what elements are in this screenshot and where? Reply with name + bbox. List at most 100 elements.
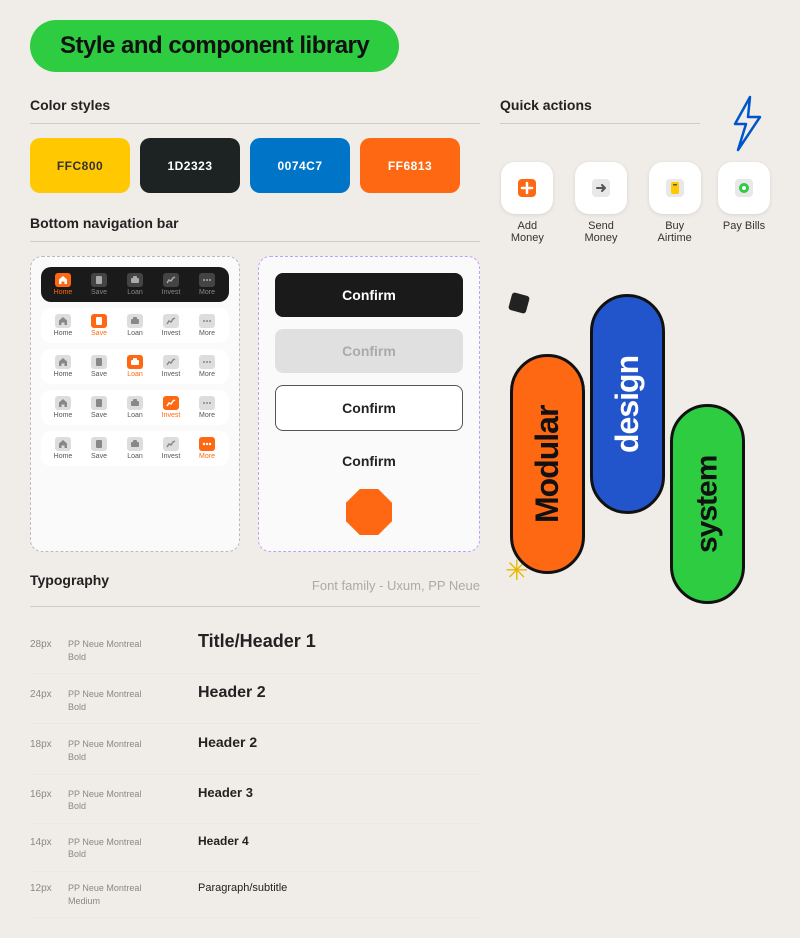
nav-save-3: Save (81, 355, 117, 378)
typography-section: Typography Font family - Uxum, PP Neue 2… (30, 572, 480, 918)
send-money-icon-box (575, 162, 627, 214)
type-size-0: 28px (30, 639, 58, 650)
confirm-text-button[interactable]: Confirm (275, 443, 463, 479)
nav-invest-4: Invest (153, 396, 189, 419)
type-meta-4: PP Neue Montreal Bold (68, 836, 188, 861)
qa-pay-bills-label: Pay Bills (723, 220, 765, 232)
nav-loan-1: Loan (117, 273, 153, 296)
type-size-1: 24px (30, 689, 58, 700)
qa-send-money-label: Send Money (571, 220, 632, 244)
nav-save-4: Save (81, 396, 117, 419)
nav-loan-5: Loan (117, 437, 153, 460)
nav-loan-4: Loan (117, 396, 153, 419)
type-row-2: 18px PP Neue Montreal Bold Header 2 (30, 724, 480, 774)
buy-airtime-icon-box (649, 162, 701, 214)
loan-icon-4 (127, 396, 143, 410)
add-money-icon (515, 176, 539, 200)
send-money-icon (589, 176, 613, 200)
type-meta-2: PP Neue Montreal Bold (68, 738, 188, 763)
add-money-icon-box (501, 162, 553, 214)
nav-loan-2: Loan (117, 314, 153, 337)
confirm-black-button[interactable]: Confirm (275, 273, 463, 317)
nav-save-2: Save (81, 314, 117, 337)
invest-icon-5 (163, 437, 179, 451)
loan-icon-3 (127, 355, 143, 369)
qa-add-money-label: Add Money (500, 220, 555, 244)
swatch-ff6813: FF6813 (360, 138, 460, 193)
nav-more-4: More (189, 396, 225, 419)
type-row-4: 14px PP Neue Montreal Bold Header 4 (30, 824, 480, 872)
typography-divider (30, 606, 480, 607)
confirm-outline-button[interactable]: Confirm (275, 385, 463, 431)
save-icon-5 (91, 437, 107, 451)
nav-save-1: Save (81, 273, 117, 296)
nav-demo-box: Home Save Loan (30, 256, 240, 552)
nav-invest-3: Invest (153, 355, 189, 378)
type-sample-0: Title/Header 1 (198, 631, 480, 652)
bottom-nav-divider (30, 241, 480, 242)
nav-save-5: Save (81, 437, 117, 460)
more-icon-2 (199, 314, 215, 328)
type-sample-4: Header 4 (198, 834, 480, 848)
swatch-1d2323: 1D2323 (140, 138, 240, 193)
swatch-ffc800: FFC800 (30, 138, 130, 193)
nav-invest-1: Invest (153, 273, 189, 296)
word-pill-design: design (590, 294, 665, 514)
more-icon-5 (199, 437, 215, 451)
qa-buy-airtime[interactable]: Buy Airtime (647, 162, 702, 244)
quick-action-items: Add Money Send Money (500, 162, 770, 244)
deco-square (508, 292, 530, 314)
confirm-gray-button[interactable]: Confirm (275, 329, 463, 373)
nav-more-3: More (189, 355, 225, 378)
more-icon-3 (199, 355, 215, 369)
invest-icon-1 (163, 273, 179, 287)
type-size-3: 16px (30, 789, 58, 800)
home-icon-3 (55, 355, 71, 369)
type-row-3: 16px PP Neue Montreal Bold Header 3 (30, 775, 480, 824)
home-icon-4 (55, 396, 71, 410)
type-sample-1: Header 2 (198, 684, 480, 702)
nav-invest-2: Invest (153, 314, 189, 337)
color-styles-title: Color styles (30, 97, 480, 113)
type-size-4: 14px (30, 837, 58, 848)
type-sample-3: Header 3 (198, 785, 480, 800)
type-meta-0: PP Neue Montreal Bold (68, 638, 188, 663)
page-container: Style and component library Color styles… (0, 0, 800, 938)
word-pill-system: system (670, 404, 745, 604)
type-sample-5: Paragraph/subtitle (198, 882, 480, 894)
save-icon-4 (91, 396, 107, 410)
qa-send-money[interactable]: Send Money (571, 162, 632, 244)
save-icon-1 (91, 273, 107, 287)
quick-actions-section: Quick actions (500, 97, 770, 244)
invest-icon-2 (163, 314, 179, 328)
nav-loan-3: Loan (117, 355, 153, 378)
color-styles-section: Color styles FFC800 1D2323 0074C7 FF6813 (30, 97, 480, 193)
nav-home-3: Home (45, 355, 81, 378)
bottom-nav-title: Bottom navigation bar (30, 215, 480, 231)
qa-pay-bills[interactable]: Pay Bills (718, 162, 770, 244)
swatch-0074c7: 0074C7 (250, 138, 350, 193)
nav-row-1: Home Save Loan (41, 267, 229, 302)
title-badge: Style and component library (30, 20, 399, 72)
type-size-5: 12px (30, 883, 58, 894)
loan-icon-2 (127, 314, 143, 328)
home-icon-1 (55, 273, 71, 287)
type-meta-1: PP Neue Montreal Bold (68, 688, 188, 713)
qa-divider (500, 123, 700, 124)
qa-buy-airtime-label: Buy Airtime (647, 220, 702, 244)
type-size-2: 18px (30, 739, 58, 750)
qa-add-money[interactable]: Add Money (500, 162, 555, 244)
nav-invest-5: Invest (153, 437, 189, 460)
buttons-section: Confirm Confirm Confirm Confirm (258, 256, 480, 552)
loan-icon-5 (127, 437, 143, 451)
pay-bills-icon-box (718, 162, 770, 214)
nav-home-2: Home (45, 314, 81, 337)
main-layout: Color styles FFC800 1D2323 0074C7 FF6813 (30, 97, 770, 918)
save-icon-2 (91, 314, 107, 328)
two-col-layout: Home Save Loan (30, 256, 480, 552)
right-panel: Quick actions (500, 97, 770, 918)
type-meta-5: PP Neue Montreal Medium (68, 882, 188, 907)
nav-row-3: Home Save Loan (41, 349, 229, 384)
nav-more-1: More (189, 273, 225, 296)
type-meta-3: PP Neue Montreal Bold (68, 788, 188, 813)
